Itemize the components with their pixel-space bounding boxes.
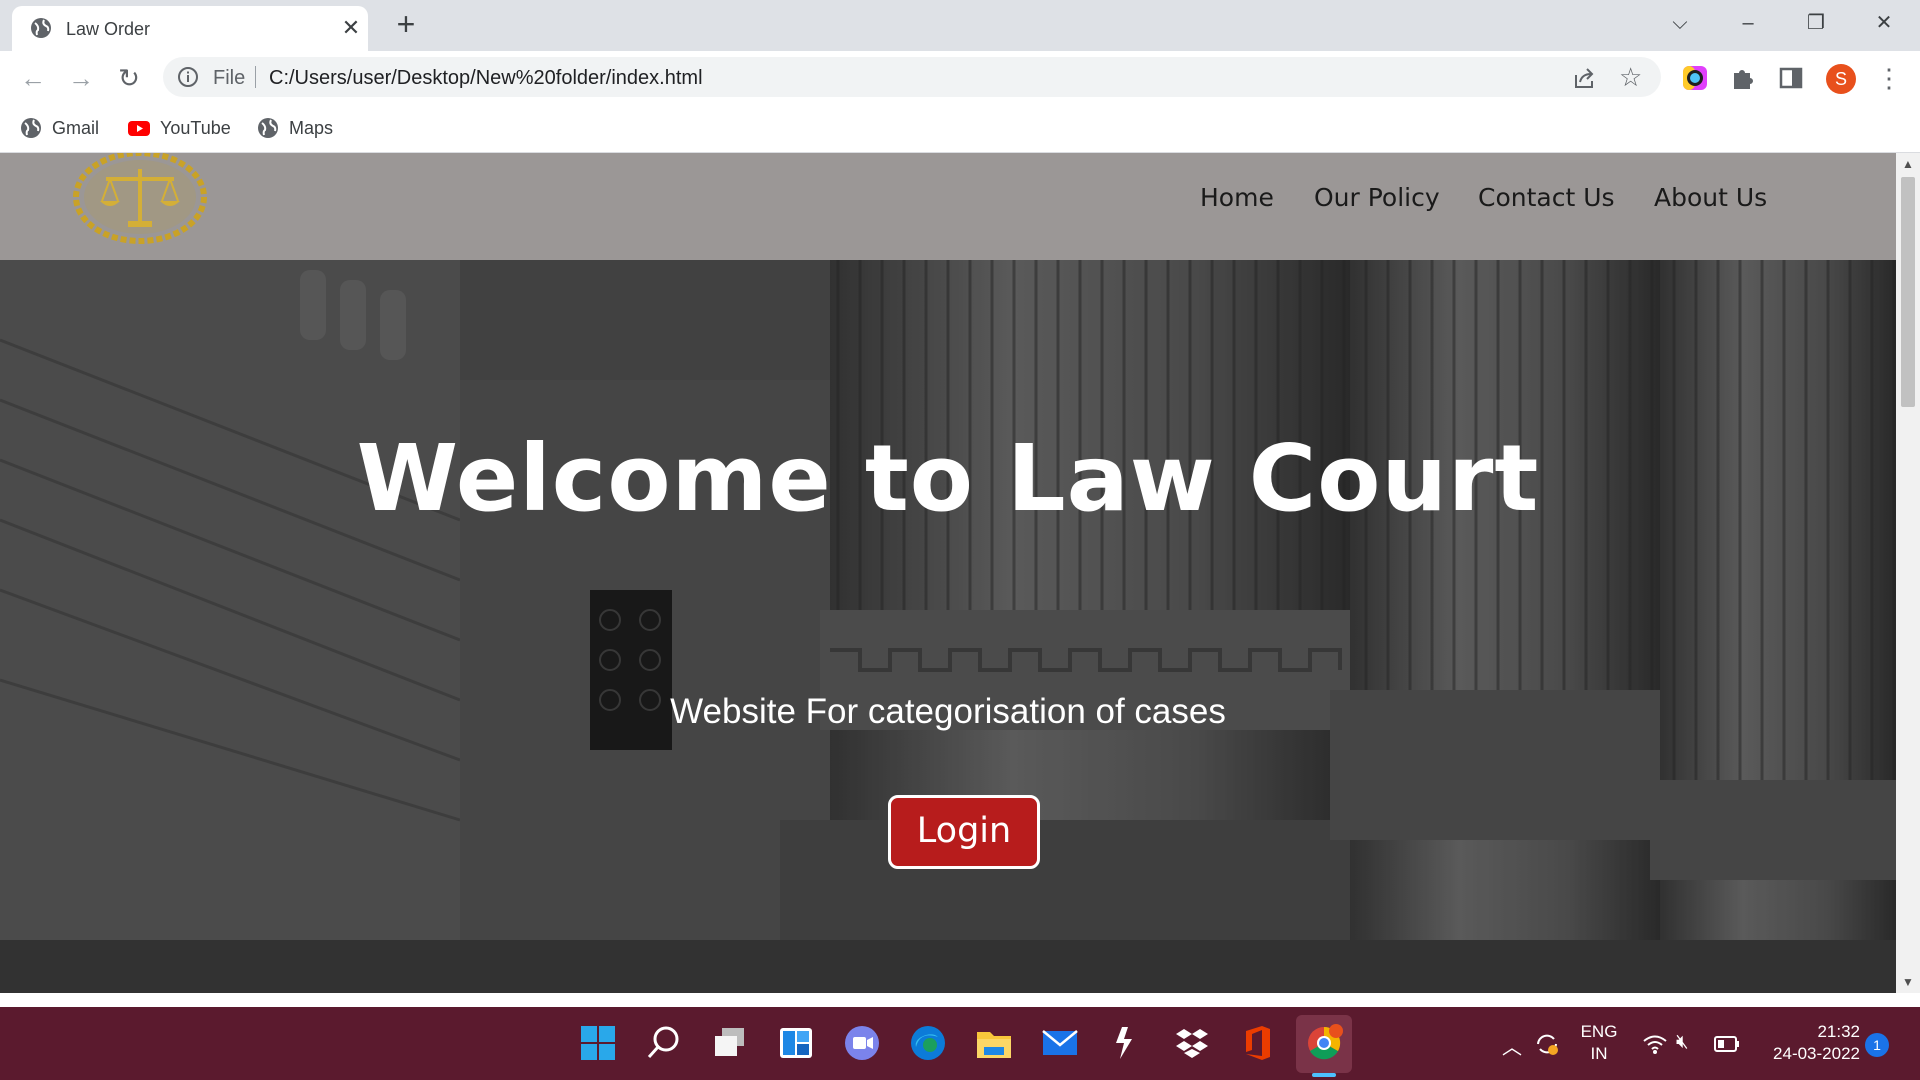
nav-contact-us[interactable]: Contact Us bbox=[1478, 183, 1615, 212]
bookmark-label: Gmail bbox=[52, 117, 100, 138]
show-hidden-icons-chevron-icon[interactable]: ︿ bbox=[1502, 1031, 1522, 1060]
scroll-up-arrow-icon[interactable]: ▲ bbox=[1902, 157, 1914, 171]
close-window-icon[interactable]: ✕ bbox=[1864, 8, 1904, 38]
start-icon[interactable] bbox=[578, 1023, 618, 1063]
globe-icon bbox=[258, 118, 278, 138]
chrome-running-indicator bbox=[1312, 1073, 1336, 1077]
dropbox-icon[interactable] bbox=[1172, 1023, 1212, 1063]
sync-update-icon[interactable] bbox=[1534, 1031, 1560, 1057]
hero-title: Welcome to Law Court bbox=[356, 425, 1540, 532]
browser-tab[interactable]: Law Order ✕ bbox=[12, 6, 368, 51]
scroll-down-arrow-icon[interactable]: ▼ bbox=[1902, 975, 1914, 989]
page-viewport: Home Our Policy Contact Us About Us Welc… bbox=[0, 153, 1896, 993]
page-scrollbar[interactable]: ▲ ▼ bbox=[1896, 153, 1920, 993]
nav-about-us[interactable]: About Us bbox=[1654, 183, 1767, 212]
restore-icon[interactable]: ❐ bbox=[1796, 8, 1836, 38]
search-icon[interactable] bbox=[644, 1023, 684, 1063]
windows-taskbar: ︿ ENG IN 🔇︎ 21:32 24-03-2022 1 bbox=[0, 1007, 1920, 1080]
clock[interactable]: 21:32 24-03-2022 bbox=[1754, 1021, 1860, 1065]
bookmark-star-icon[interactable]: ☆ bbox=[1619, 63, 1642, 91]
side-panel-icon[interactable] bbox=[1778, 65, 1804, 91]
bookmarks-bar: Gmail YouTube Maps bbox=[0, 103, 1920, 153]
nav-home[interactable]: Home bbox=[1200, 183, 1274, 212]
office-icon[interactable] bbox=[1238, 1023, 1278, 1063]
page-bottom-strip bbox=[0, 993, 1920, 1007]
bookmark-label: Maps bbox=[289, 117, 334, 138]
extensions-puzzle-icon[interactable] bbox=[1730, 65, 1756, 91]
file-explorer-icon[interactable] bbox=[974, 1023, 1014, 1063]
site-navbar: Home Our Policy Contact Us About Us bbox=[0, 153, 1896, 260]
courthouse-columns-background bbox=[0, 260, 1896, 993]
language-indicator[interactable]: ENG IN bbox=[1578, 1021, 1620, 1065]
notification-badge[interactable]: 1 bbox=[1865, 1033, 1889, 1057]
globe-icon bbox=[31, 18, 51, 38]
teams-icon[interactable] bbox=[842, 1023, 882, 1063]
scales-of-justice-logo[interactable] bbox=[70, 153, 210, 245]
scroll-thumb[interactable] bbox=[1901, 177, 1915, 407]
bookmark-maps[interactable]: Maps bbox=[257, 115, 333, 141]
language-code: ENG bbox=[1580, 1022, 1618, 1041]
menu-kebab-icon[interactable]: ⋮ bbox=[1876, 63, 1902, 93]
edge-icon[interactable] bbox=[908, 1023, 948, 1063]
chrome-icon[interactable] bbox=[1304, 1023, 1344, 1063]
forward-icon[interactable]: → bbox=[66, 63, 96, 93]
task-view-icon[interactable] bbox=[710, 1023, 750, 1063]
terminal-icon[interactable] bbox=[1106, 1023, 1146, 1063]
url-text[interactable]: C:/Users/user/Desktop/New%20folder/index… bbox=[269, 67, 703, 90]
bookmark-gmail[interactable]: Gmail bbox=[20, 115, 99, 141]
color-extension-icon[interactable] bbox=[1682, 65, 1708, 91]
scheme-label: File bbox=[213, 67, 246, 89]
info-icon[interactable] bbox=[177, 66, 199, 88]
login-button[interactable]: Login bbox=[888, 795, 1040, 869]
close-tab-icon[interactable]: ✕ bbox=[338, 15, 364, 41]
hero-subtitle: Website For categorisation of cases bbox=[670, 692, 1226, 731]
profile-avatar[interactable]: S bbox=[1826, 64, 1856, 94]
youtube-icon bbox=[128, 121, 150, 136]
region-code: IN bbox=[1590, 1044, 1608, 1063]
wifi-icon[interactable] bbox=[1642, 1033, 1668, 1055]
address-divider bbox=[255, 66, 256, 88]
volume-muted-icon[interactable]: 🔇︎ bbox=[1676, 1031, 1689, 1054]
widgets-icon[interactable] bbox=[776, 1023, 816, 1063]
tab-title: Law Order bbox=[66, 19, 151, 39]
hero-section: Welcome to Law Court Website For categor… bbox=[0, 260, 1896, 993]
tab-search-chevron-icon[interactable]: ⌵ bbox=[1660, 8, 1700, 38]
tab-strip: Law Order ✕ + ⌵ – ❐ ✕ bbox=[0, 0, 1920, 51]
bookmark-label: YouTube bbox=[160, 117, 231, 138]
clock-date: 24-03-2022 bbox=[1773, 1044, 1860, 1063]
minimize-icon[interactable]: – bbox=[1728, 8, 1768, 38]
back-icon[interactable]: ← bbox=[18, 63, 48, 93]
browser-toolbar: ← → ↻ File C:/Users/user/Desktop/New%20f… bbox=[0, 51, 1920, 103]
address-bar[interactable]: File C:/Users/user/Desktop/New%20folder/… bbox=[163, 57, 1661, 97]
globe-icon bbox=[21, 118, 41, 138]
reload-icon[interactable]: ↻ bbox=[114, 63, 144, 93]
battery-icon[interactable] bbox=[1714, 1035, 1740, 1053]
nav-our-policy[interactable]: Our Policy bbox=[1314, 183, 1440, 212]
share-icon[interactable] bbox=[1571, 65, 1597, 91]
bookmark-youtube[interactable]: YouTube bbox=[128, 115, 231, 141]
mail-icon[interactable] bbox=[1040, 1023, 1080, 1063]
new-tab-button[interactable]: + bbox=[390, 8, 422, 40]
clock-time: 21:32 bbox=[1817, 1022, 1860, 1041]
